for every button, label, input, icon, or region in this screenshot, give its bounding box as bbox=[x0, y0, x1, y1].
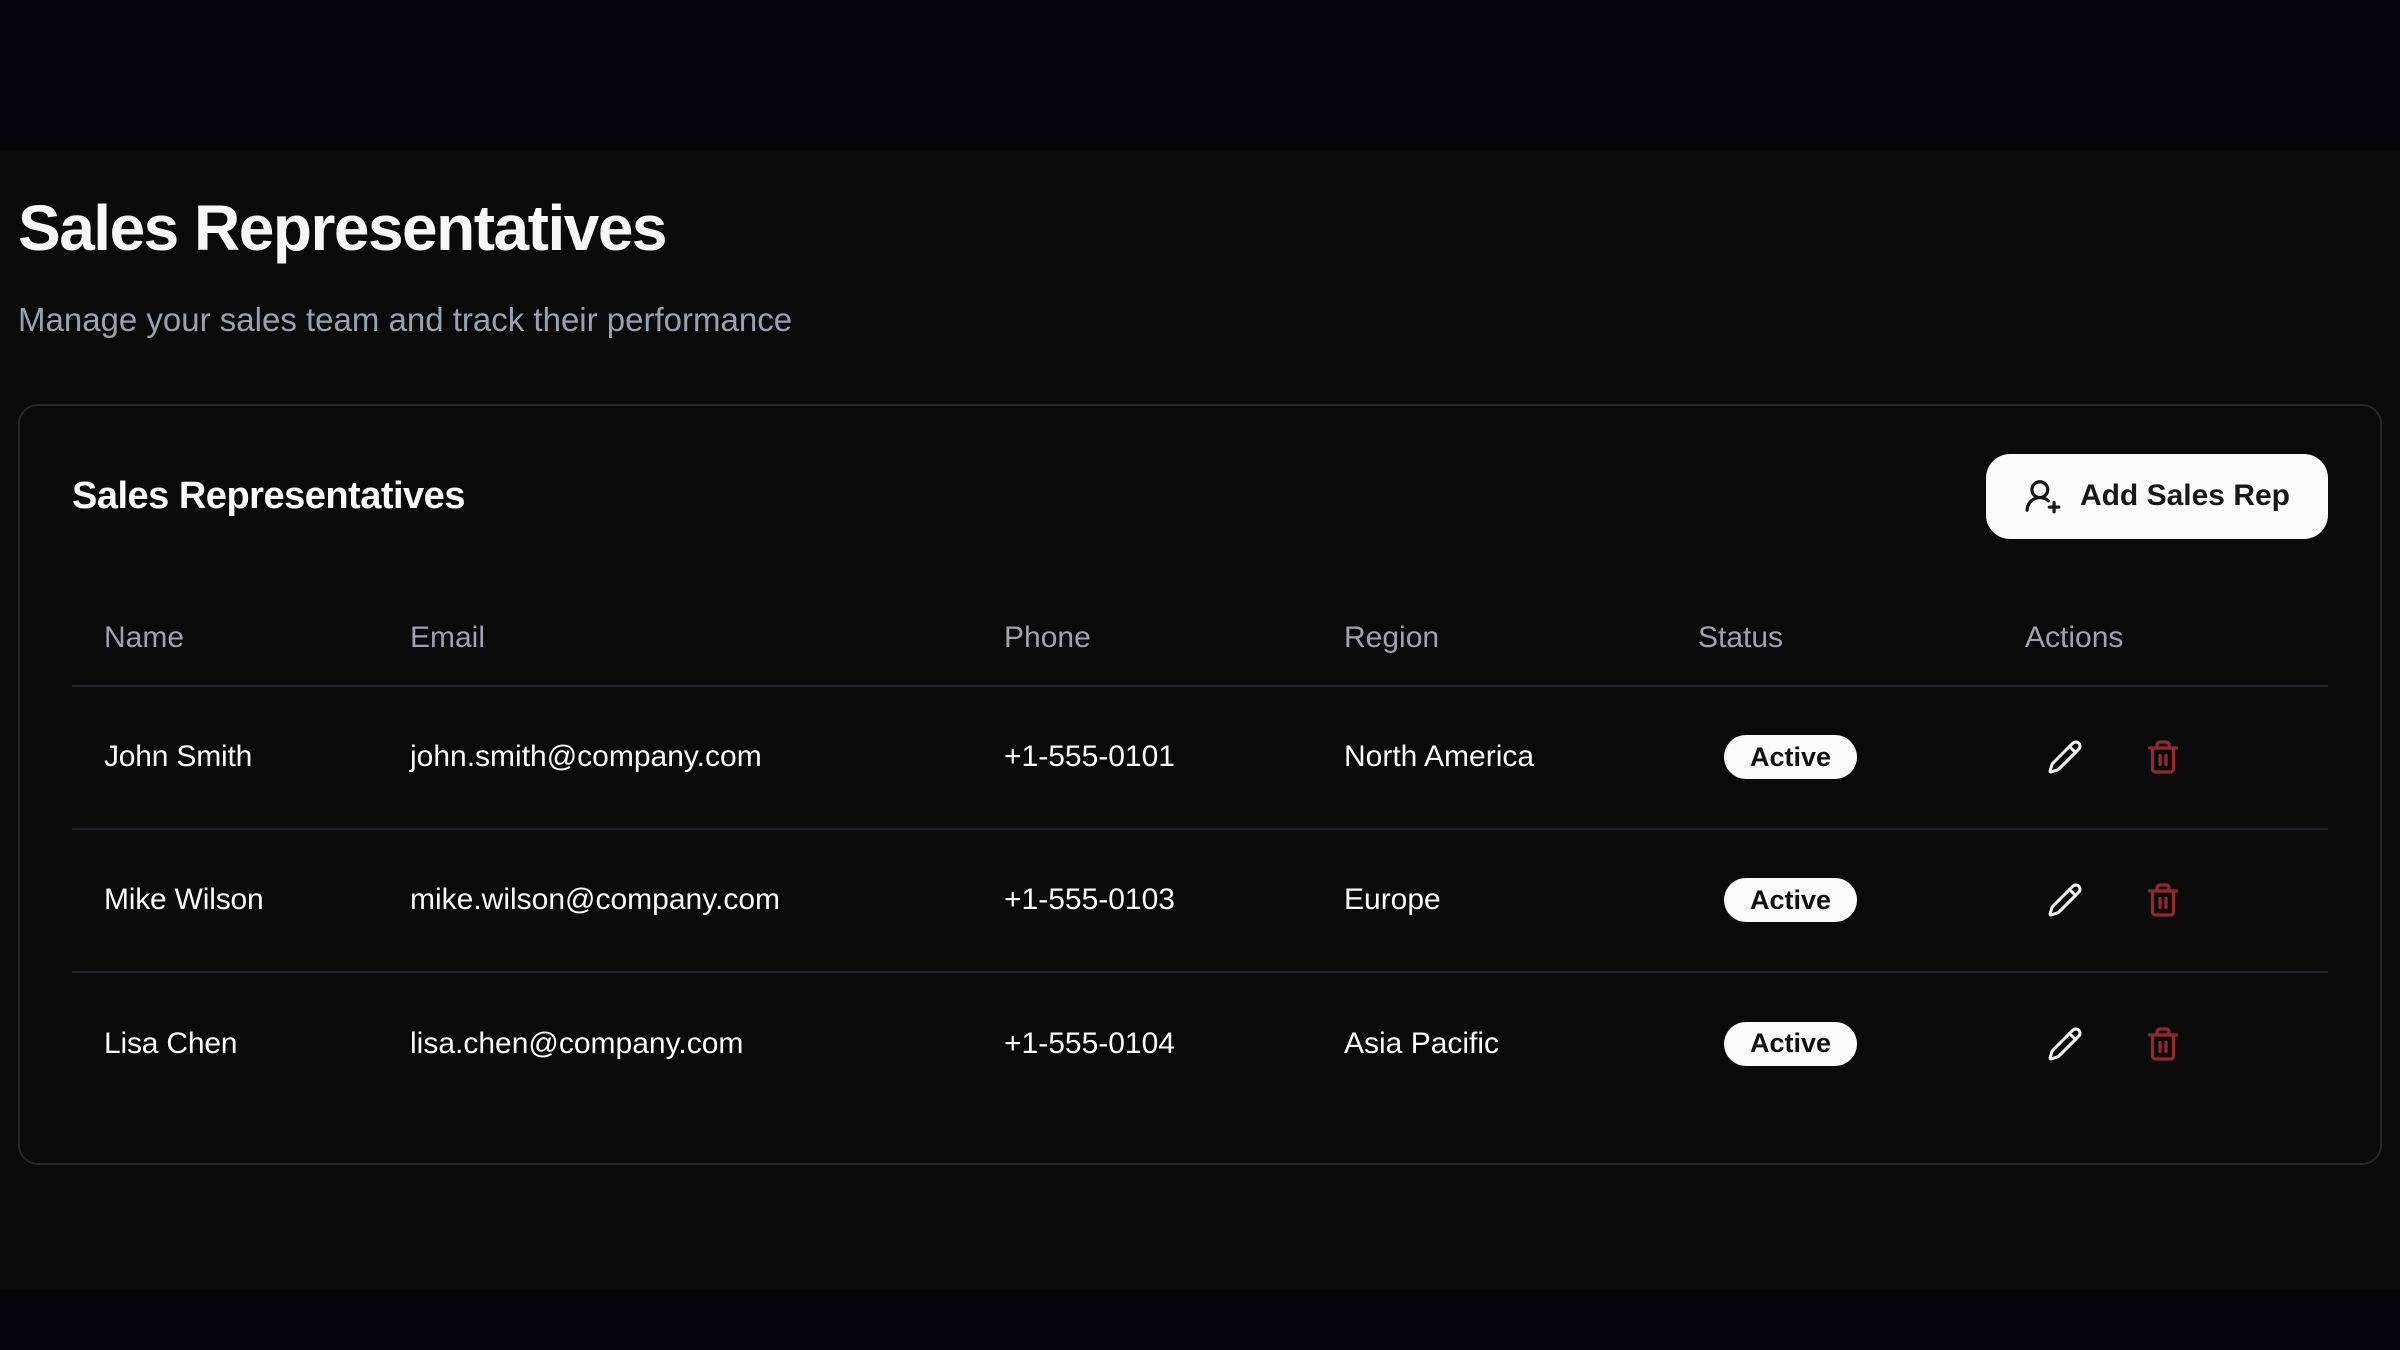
rep-region-cell: North America bbox=[1312, 686, 1666, 829]
main-content: Sales Representatives Manage your sales … bbox=[0, 150, 2400, 1290]
table-header: Name Email Phone Region Status Actions bbox=[72, 592, 2328, 686]
rep-name-cell: John Smith bbox=[72, 686, 378, 829]
column-header-actions: Actions bbox=[1993, 592, 2328, 686]
table-row: Lisa Chen lisa.chen@company.com +1-555-0… bbox=[72, 972, 2328, 1115]
page-title: Sales Representatives bbox=[18, 196, 2382, 260]
user-plus-icon bbox=[2024, 477, 2062, 515]
table-body: John Smith john.smith@company.com +1-555… bbox=[72, 686, 2328, 1115]
edit-button[interactable] bbox=[2039, 731, 2091, 783]
pencil-icon bbox=[2047, 882, 2083, 918]
add-sales-rep-button[interactable]: Add Sales Rep bbox=[1986, 454, 2328, 539]
rep-email-cell: mike.wilson@company.com bbox=[378, 829, 972, 972]
rep-email-cell: lisa.chen@company.com bbox=[378, 972, 972, 1115]
delete-button[interactable] bbox=[2137, 874, 2189, 926]
column-header-name: Name bbox=[72, 592, 378, 686]
rep-region-cell: Asia Pacific bbox=[1312, 972, 1666, 1115]
edit-button[interactable] bbox=[2039, 1018, 2091, 1070]
sales-reps-card: Sales Representatives Add Sales Rep Name bbox=[18, 404, 2382, 1165]
card-header: Sales Representatives Add Sales Rep bbox=[72, 454, 2328, 539]
sales-reps-table: Name Email Phone Region Status Actions J… bbox=[72, 592, 2328, 1115]
column-header-region: Region bbox=[1312, 592, 1666, 686]
status-badge: Active bbox=[1724, 735, 1857, 779]
delete-button[interactable] bbox=[2137, 1018, 2189, 1070]
row-actions bbox=[2025, 731, 2328, 783]
rep-email-cell: john.smith@company.com bbox=[378, 686, 972, 829]
pencil-icon bbox=[2047, 739, 2083, 775]
trash-icon bbox=[2145, 739, 2181, 775]
status-badge: Active bbox=[1724, 1022, 1857, 1066]
add-sales-rep-label: Add Sales Rep bbox=[2080, 479, 2290, 513]
column-header-status: Status bbox=[1666, 592, 1993, 686]
table-row: Mike Wilson mike.wilson@company.com +1-5… bbox=[72, 829, 2328, 972]
trash-icon bbox=[2145, 1026, 2181, 1062]
row-actions bbox=[2025, 874, 2328, 926]
page-subtitle: Manage your sales team and track their p… bbox=[18, 300, 2382, 340]
status-badge: Active bbox=[1724, 878, 1857, 922]
rep-phone-cell: +1-555-0104 bbox=[972, 972, 1312, 1115]
column-header-email: Email bbox=[378, 592, 972, 686]
edit-button[interactable] bbox=[2039, 874, 2091, 926]
row-actions bbox=[2025, 1018, 2328, 1070]
rep-name-cell: Lisa Chen bbox=[72, 972, 378, 1115]
rep-name-cell: Mike Wilson bbox=[72, 829, 378, 972]
rep-region-cell: Europe bbox=[1312, 829, 1666, 972]
card-title: Sales Representatives bbox=[72, 475, 465, 518]
trash-icon bbox=[2145, 882, 2181, 918]
pencil-icon bbox=[2047, 1026, 2083, 1062]
table-row: John Smith john.smith@company.com +1-555… bbox=[72, 686, 2328, 829]
rep-phone-cell: +1-555-0103 bbox=[972, 829, 1312, 972]
column-header-phone: Phone bbox=[972, 592, 1312, 686]
delete-button[interactable] bbox=[2137, 731, 2189, 783]
rep-phone-cell: +1-555-0101 bbox=[972, 686, 1312, 829]
